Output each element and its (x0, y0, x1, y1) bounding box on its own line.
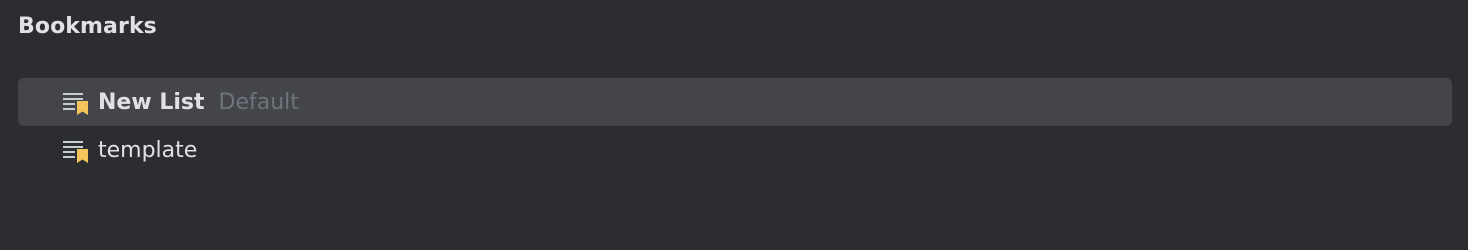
bookmark-list-icon (62, 88, 90, 116)
bookmark-list-label: template (98, 137, 198, 163)
bookmark-list-icon (62, 136, 90, 164)
bookmark-list-label: New List (98, 89, 205, 115)
bookmark-list-item-new-list[interactable]: New List Default (18, 78, 1452, 126)
panel-title: Bookmarks (18, 14, 157, 39)
bookmark-list-item-template[interactable]: template (18, 126, 1452, 174)
bookmark-list-tree: New List Default template (18, 78, 1452, 174)
default-hint: Default (218, 89, 299, 115)
bookmarks-panel: Bookmarks New List Default template (0, 0, 1468, 250)
